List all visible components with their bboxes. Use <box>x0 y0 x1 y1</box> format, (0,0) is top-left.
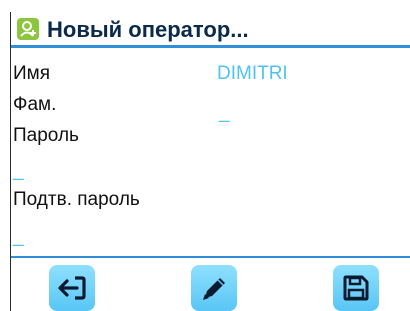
edit-button[interactable] <box>191 265 237 311</box>
title-bar: Новый оператор... <box>11 12 410 48</box>
bottom-toolbar <box>11 256 410 311</box>
confirm-password-field[interactable]: _ <box>13 226 24 248</box>
password-field[interactable]: _ <box>13 160 24 182</box>
device-screen: Новый оператор... Имя DIMITRI Фам. _ Пар… <box>10 12 410 311</box>
name-field[interactable]: DIMITRI <box>217 63 288 85</box>
add-user-icon <box>17 18 39 40</box>
confirm-password-label: Подтв. пароль <box>13 189 140 210</box>
password-label: Пароль <box>13 125 79 146</box>
back-icon <box>58 276 86 300</box>
pencil-icon <box>203 278 225 300</box>
surname-field[interactable]: _ <box>219 102 230 124</box>
save-icon <box>343 275 369 301</box>
page-title: Новый оператор... <box>47 17 249 42</box>
name-label: Имя <box>13 63 51 84</box>
back-button[interactable] <box>49 265 95 311</box>
surname-label: Фам. <box>13 94 57 115</box>
save-button[interactable] <box>333 265 379 311</box>
